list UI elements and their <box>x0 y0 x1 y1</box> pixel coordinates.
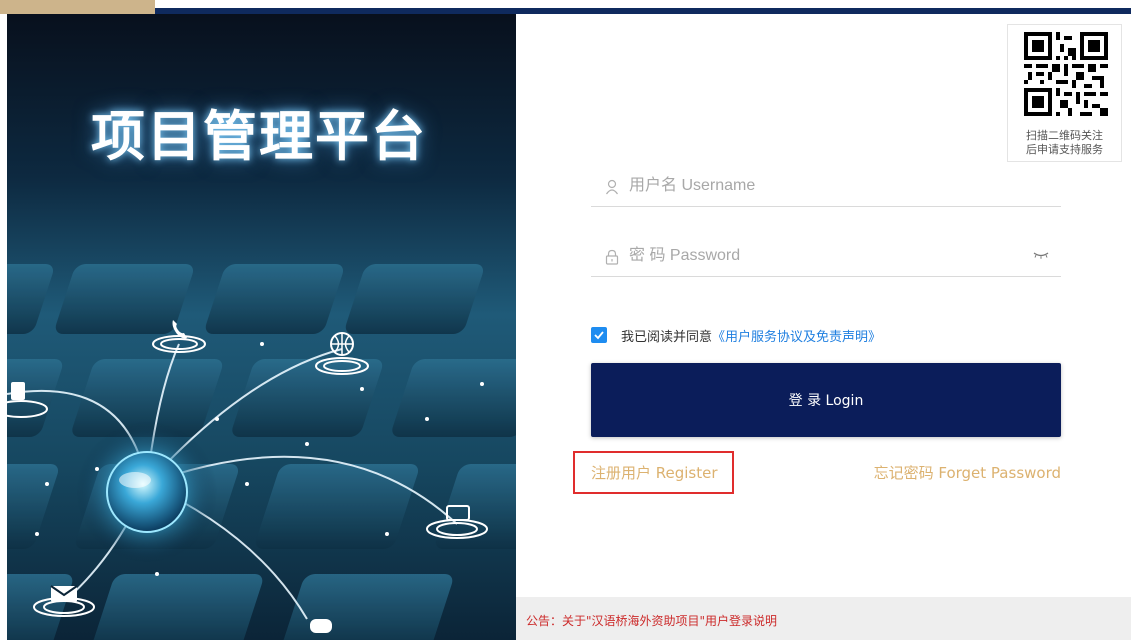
agreement-row: 我已阅读并同意 《用户服务协议及免责声明》 <box>591 325 881 345</box>
forgot-password-link[interactable]: 忘记密码 Forget Password <box>874 462 1061 483</box>
register-link[interactable]: 注册用户 Register <box>591 462 718 483</box>
password-input[interactable] <box>627 240 1011 272</box>
hero-banner: 项目管理平台 <box>7 14 516 640</box>
username-input[interactable] <box>627 170 1011 202</box>
user-icon <box>606 179 618 195</box>
username-field <box>591 166 1061 207</box>
notice-bar: 公告：关于"汉语桥海外资助项目"用户登录说明 <box>516 597 1131 640</box>
qr-code-icon <box>1024 32 1108 116</box>
top-accent-bar <box>0 0 155 14</box>
qr-code-box: 扫描二维码关注 后申请支持服务 <box>1007 24 1122 162</box>
password-field <box>591 236 1061 277</box>
lock-icon <box>605 249 619 265</box>
login-button[interactable]: 登 录 Login <box>591 363 1061 437</box>
qr-caption-line1: 扫描二维码关注 <box>1026 129 1103 142</box>
notice-link[interactable]: 公告：关于"汉语桥海外资助项目"用户登录说明 <box>526 612 777 629</box>
agree-label: 我已阅读并同意 <box>621 329 713 345</box>
qr-caption-line2: 后申请支持服务 <box>1026 143 1103 156</box>
agree-checkbox[interactable] <box>591 327 607 343</box>
globe-icon <box>106 451 188 533</box>
eye-closed-icon[interactable] <box>1033 251 1049 259</box>
platform-title: 项目管理平台 <box>91 105 427 168</box>
agreement-link[interactable]: 《用户服务协议及免责声明》 <box>712 326 881 345</box>
check-icon <box>594 331 604 340</box>
